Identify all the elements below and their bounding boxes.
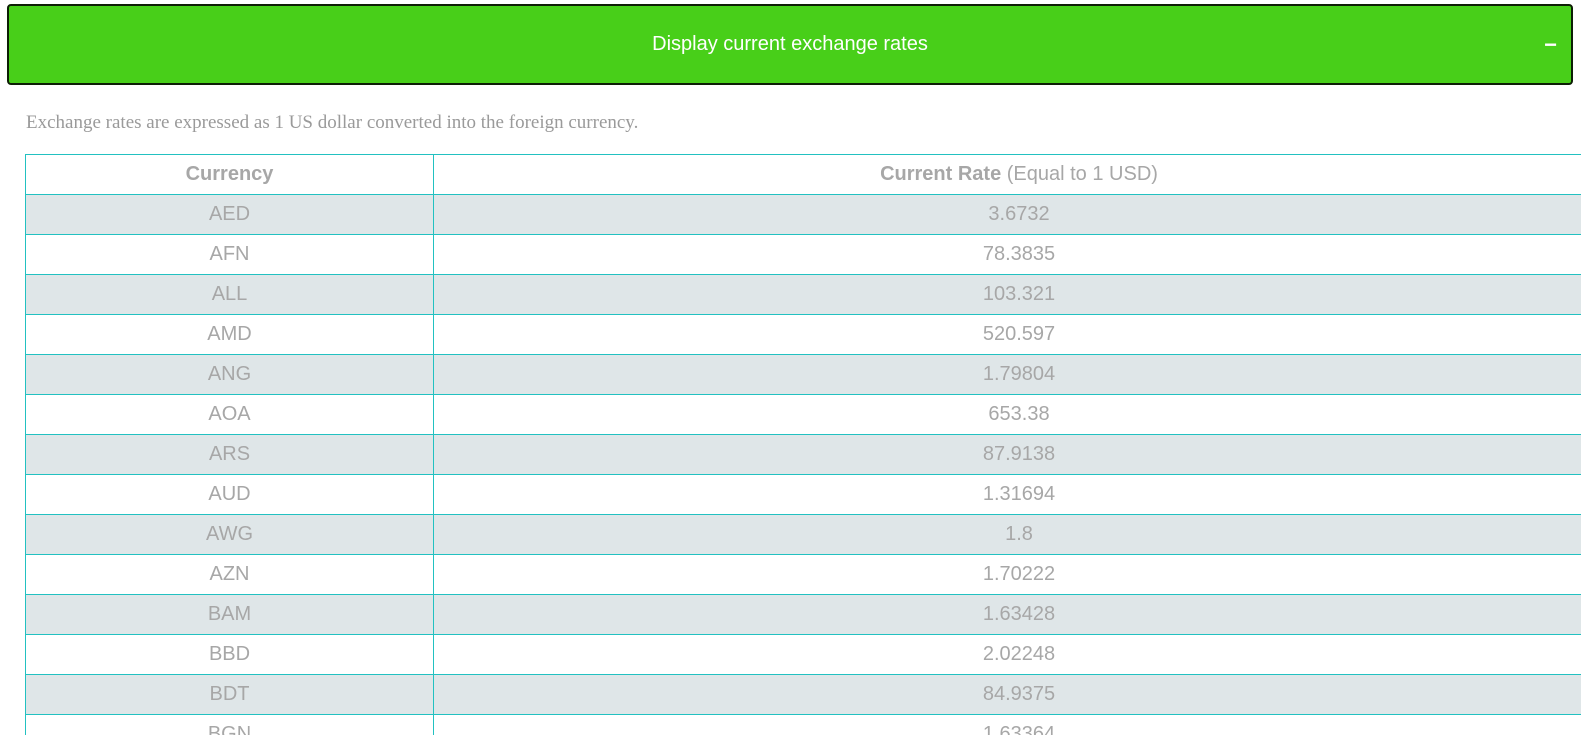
table-header-row: Currency Current Rate (Equal to 1 USD) (25, 154, 1581, 195)
rate-cell: 1.63428 (433, 594, 1581, 635)
exchange-rate-table-body: AED 3.6732 AFN 78.3835 ALL 103.321 AMD 520.597 A… (25, 194, 1581, 735)
rate-cell: 103.321 (433, 274, 1581, 315)
currency-cell: AZN (25, 554, 434, 595)
exchange-rate-table-container[interactable]: Currency Current Rate (Equal to 1 USD) A… (25, 154, 1581, 735)
exchange-rate-table: Currency Current Rate (Equal to 1 USD) A… (25, 154, 1581, 735)
rate-header-label: Current Rate (880, 163, 1002, 185)
collapse-icon[interactable]: − (1544, 6, 1557, 83)
table-row: ALL 103.321 (25, 274, 1581, 315)
currency-cell: ARS (25, 434, 434, 475)
table-row: ANG 1.79804 (25, 354, 1581, 395)
table-row: ARS 87.9138 (25, 434, 1581, 475)
rate-cell: 3.6732 (433, 194, 1581, 235)
currency-cell: AWG (25, 514, 434, 555)
table-row: AUD 1.31694 (25, 474, 1581, 515)
rate-cell: 1.79804 (433, 354, 1581, 395)
table-row: BGN 1.63364 (25, 714, 1581, 735)
table-row: BDT 84.9375 (25, 674, 1581, 715)
currency-cell: BBD (25, 634, 434, 675)
table-row: BBD 2.02248 (25, 634, 1581, 675)
rate-cell: 1.8 (433, 514, 1581, 555)
currency-cell: ANG (25, 354, 434, 395)
table-row: BAM 1.63428 (25, 594, 1581, 635)
rate-cell: 78.3835 (433, 234, 1581, 275)
currency-cell: BDT (25, 674, 434, 715)
currency-cell: BGN (25, 714, 434, 735)
rate-header-suffix: (Equal to 1 USD) (1001, 163, 1158, 185)
table-row: AOA 653.38 (25, 394, 1581, 435)
rate-cell: 2.02248 (433, 634, 1581, 675)
rate-cell: 1.63364 (433, 714, 1581, 735)
rate-cell: 1.70222 (433, 554, 1581, 595)
rate-column-header: Current Rate (Equal to 1 USD) (433, 154, 1581, 195)
table-row: AFN 78.3835 (25, 234, 1581, 275)
exchange-rate-note: Exchange rates are expressed as 1 US dol… (26, 112, 639, 133)
rate-cell: 520.597 (433, 314, 1581, 355)
rate-cell: 653.38 (433, 394, 1581, 435)
table-row: AMD 520.597 (25, 314, 1581, 355)
rate-cell: 84.9375 (433, 674, 1581, 715)
currency-cell: AUD (25, 474, 434, 515)
table-row: AWG 1.8 (25, 514, 1581, 555)
exchange-rates-accordion-header[interactable]: Display current exchange rates − (7, 4, 1573, 85)
rate-cell: 1.31694 (433, 474, 1581, 515)
currency-cell: AMD (25, 314, 434, 355)
table-row: AED 3.6732 (25, 194, 1581, 235)
currency-column-header: Currency (25, 154, 434, 195)
accordion-title: Display current exchange rates (652, 33, 928, 55)
currency-cell: ALL (25, 274, 434, 315)
currency-cell: AOA (25, 394, 434, 435)
rate-cell: 87.9138 (433, 434, 1581, 475)
currency-cell: AED (25, 194, 434, 235)
currency-cell: AFN (25, 234, 434, 275)
table-row: AZN 1.70222 (25, 554, 1581, 595)
currency-cell: BAM (25, 594, 434, 635)
